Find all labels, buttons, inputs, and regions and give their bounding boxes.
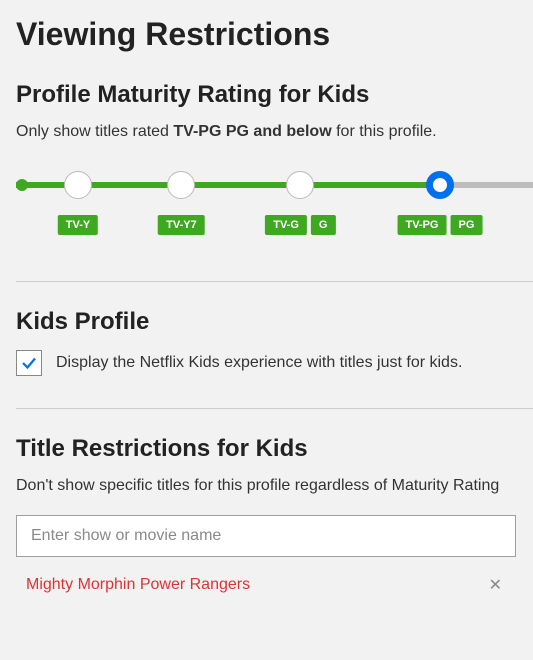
remove-restriction-button[interactable]: ✕ [485,571,506,599]
title-search-input[interactable] [16,515,516,557]
rating-tag: TV-PG [397,215,446,235]
rating-tag-group: TV-Y [58,215,98,235]
slider-handle-tv-g-g[interactable] [286,171,314,199]
rating-tag-group: TV-PGPG [397,215,482,235]
check-icon [20,354,38,372]
restricted-title-label: Mighty Morphin Power Rangers [26,576,250,594]
rating-tag: TV-Y [58,215,98,235]
slider-handle-tv-pg-pg[interactable] [426,171,454,199]
slider-segment [300,182,440,188]
page-title: Viewing Restrictions [16,16,533,53]
slider-handle-tv-y[interactable] [64,171,92,199]
kids-profile-heading: Kids Profile [16,308,533,336]
title-restrictions-subtext: Don't show specific titles for this prof… [16,477,533,495]
rating-tag-group: TV-GG [265,215,335,235]
restricted-title-row: Mighty Morphin Power Rangers ✕ [16,571,516,599]
divider [16,281,533,282]
maturity-slider[interactable] [16,171,533,199]
title-restrictions-heading: Title Restrictions for Kids [16,435,533,463]
maturity-selected-label: TV-PG PG and below [173,123,331,140]
slider-handle-tv-y7[interactable] [167,171,195,199]
rating-tag: PG [450,215,482,235]
rating-tag: G [311,215,336,235]
slider-segment [181,182,300,188]
rating-tag-group: TV-Y7 [158,215,205,235]
divider [16,408,533,409]
rating-tag: TV-Y7 [158,215,205,235]
kids-experience-label: Display the Netflix Kids experience with… [56,354,462,372]
slider-start-dot [16,179,28,191]
maturity-subtext: Only show titles rated TV-PG PG and belo… [16,123,533,141]
rating-tag: TV-G [265,215,307,235]
slider-segment [78,182,181,188]
kids-experience-checkbox[interactable] [16,350,42,376]
maturity-heading: Profile Maturity Rating for Kids [16,81,533,109]
